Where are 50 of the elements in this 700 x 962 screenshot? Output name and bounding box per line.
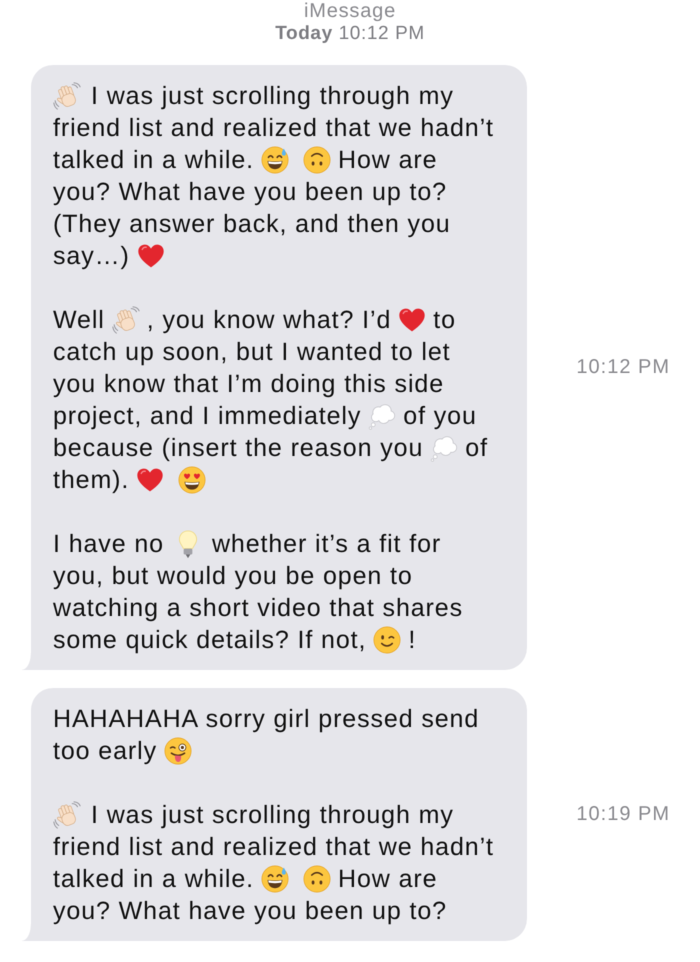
conversation-timestamp: Today 10:12 PM — [275, 22, 425, 45]
message-text: How are — [338, 145, 438, 176]
message-text: talked in a while. — [53, 145, 254, 176]
message-text: whether it’s a fit for — [212, 529, 442, 560]
thought-bubble-icon — [368, 402, 396, 430]
message-text: say…) — [53, 241, 130, 272]
upside-down-face-icon — [303, 146, 332, 174]
winking-face-icon — [373, 626, 402, 654]
message-text: friend list and realized that we hadn’t — [53, 113, 494, 144]
message-text: I was just scrolling through my — [91, 800, 454, 831]
message-text: of you — [403, 401, 477, 432]
light-bulb-icon — [178, 530, 198, 558]
message-text: them). — [53, 465, 130, 496]
heart-eyes-face-icon — [178, 466, 206, 494]
upside-down-face-icon — [303, 865, 332, 893]
message-text: to — [433, 305, 456, 336]
message-text: catch up soon, but I wanted to let — [53, 337, 451, 368]
message-text: How are — [338, 864, 438, 895]
heart-icon — [136, 466, 164, 494]
heart-icon — [136, 242, 165, 270]
waving-hand-icon — [53, 801, 81, 829]
message-text: you? What have you been up to? — [53, 896, 447, 927]
message-text: of — [465, 433, 488, 464]
message-text: you? What have you been up to? — [53, 177, 447, 208]
message-text: HAHAHAHA sorry girl pressed send — [53, 704, 480, 735]
message-text: too early — [53, 736, 157, 767]
heart-icon — [398, 306, 426, 334]
message-text: project, and I immediately — [53, 401, 362, 432]
service-label: iMessage — [304, 0, 396, 22]
message-time: 10:12 PM — [576, 356, 670, 379]
message-text: I was just scrolling through my — [91, 81, 454, 112]
message-text: talked in a while. — [53, 864, 254, 895]
winking-tongue-face-icon — [164, 737, 192, 765]
message-text: ! — [408, 625, 416, 656]
waving-hand-icon — [53, 82, 81, 110]
message-text: you know that I’m doing this side — [53, 369, 444, 400]
grinning-sweat-face-icon — [261, 865, 290, 893]
message-text: friend list and realized that we hadn’t — [53, 832, 494, 863]
message-text: I have no — [53, 529, 164, 560]
grinning-sweat-face-icon — [261, 146, 290, 174]
message-text: , you know what? I’d — [146, 305, 392, 336]
waving-hand-icon — [112, 306, 140, 334]
message-text: some quick details? If not, — [53, 625, 366, 656]
message-text: (They answer back, and then you — [53, 209, 451, 240]
message-time: 10:19 PM — [576, 803, 670, 826]
message-text: because (insert the reason you — [53, 433, 424, 464]
message-text: Well — [53, 305, 105, 336]
thought-bubble-icon — [430, 434, 458, 462]
message-text: you, but would you be open to — [53, 561, 413, 592]
message-text: watching a short video that shares — [53, 593, 463, 624]
